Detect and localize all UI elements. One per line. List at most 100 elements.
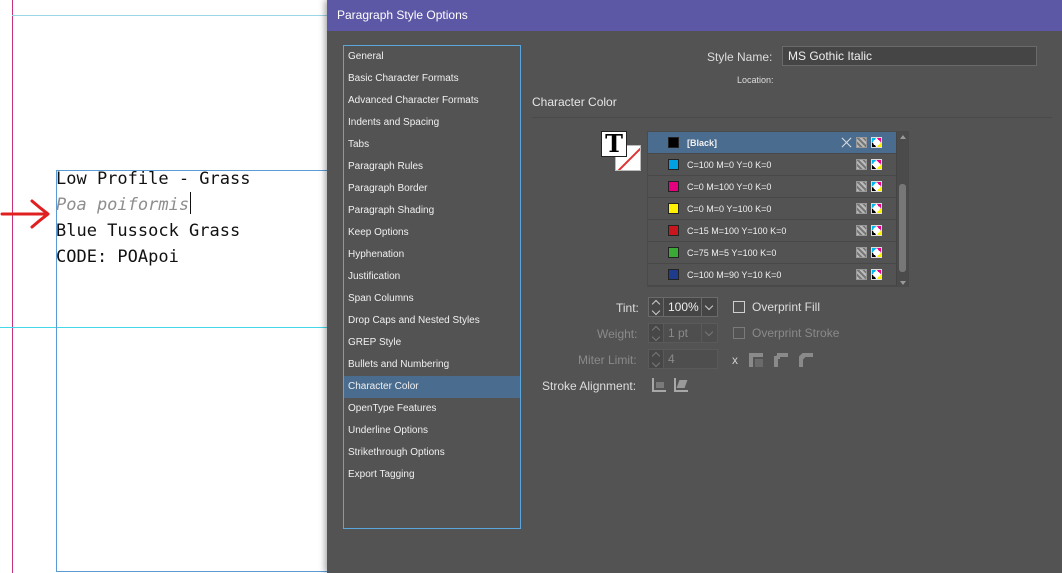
nav-item-basic-character-formats[interactable]: Basic Character Formats: [344, 68, 520, 90]
text-cursor: [190, 192, 192, 214]
bevel-join-icon[interactable]: [798, 352, 813, 367]
cmyk-mode-icon: [871, 137, 882, 148]
cmyk-mode-icon: [871, 159, 882, 170]
nav-item-general[interactable]: General: [344, 46, 520, 68]
process-color-icon: [856, 269, 867, 280]
miter-limit-stepper[interactable]: 4: [648, 349, 718, 369]
swatch-name: C=0 M=100 Y=0 K=0: [687, 181, 772, 192]
cmyk-mode-icon: [871, 269, 882, 280]
overprint-fill-checkbox[interactable]: [733, 301, 745, 313]
swatch-color-chip: [668, 247, 679, 258]
nav-item-tabs[interactable]: Tabs: [344, 134, 520, 156]
text-frame-content[interactable]: Low Profile - Grass Poa poiformis Blue T…: [56, 166, 250, 270]
swatch-row[interactable]: C=0 M=0 Y=100 K=0: [648, 198, 908, 220]
fill-stroke-proxy[interactable]: T: [601, 131, 643, 173]
swatch-row[interactable]: C=100 M=90 Y=10 K=0: [648, 264, 908, 286]
nav-item-keep-options[interactable]: Keep Options: [344, 222, 520, 244]
nav-item-hyphenation[interactable]: Hyphenation: [344, 244, 520, 266]
swatch-type-icons: [856, 203, 882, 214]
nav-item-grep-style[interactable]: GREP Style: [344, 332, 520, 354]
nav-item-character-color[interactable]: Character Color: [344, 376, 520, 398]
overprint-stroke-label: Overprint Stroke: [752, 326, 840, 340]
section-divider: [532, 117, 1052, 118]
swatch-row[interactable]: C=15 M=100 Y=100 K=0: [648, 220, 908, 242]
swatch-name: C=100 M=0 Y=0 K=0: [687, 159, 772, 170]
nav-item-justification[interactable]: Justification: [344, 266, 520, 288]
nav-item-indents-and-spacing[interactable]: Indents and Spacing: [344, 112, 520, 134]
weight-field[interactable]: 1 pt: [664, 323, 702, 343]
miter-limit-field[interactable]: 4: [664, 349, 718, 369]
document-canvas[interactable]: Low Profile - Grass Poa poiformis Blue T…: [0, 0, 330, 573]
cmyk-mode-icon: [871, 247, 882, 258]
swatch-scrollbar[interactable]: [896, 132, 908, 286]
doc-line-code: CODE: POApoi: [56, 247, 179, 267]
doc-line-botanical: Poa poiformis: [56, 192, 250, 218]
miter-limit-label: Miter Limit:: [578, 353, 637, 367]
non-editable-icon: [841, 137, 852, 148]
nav-item-advanced-character-formats[interactable]: Advanced Character Formats: [344, 90, 520, 112]
align-stroke-center-icon[interactable]: [652, 378, 666, 392]
weight-label: Weight:: [597, 327, 638, 341]
miter-x-label: x: [732, 353, 738, 367]
nav-item-paragraph-shading[interactable]: Paragraph Shading: [344, 200, 520, 222]
swatch-color-chip: [668, 181, 679, 192]
weight-stepper[interactable]: 1 pt: [648, 323, 718, 343]
swatch-row[interactable]: C=75 M=5 Y=100 K=0: [648, 242, 908, 264]
swatch-row[interactable]: [Black]: [648, 132, 908, 154]
fill-text-icon[interactable]: T: [601, 131, 627, 157]
cmyk-mode-icon: [871, 225, 882, 236]
cmyk-mode-icon: [871, 181, 882, 192]
swatch-color-chip: [668, 159, 679, 170]
nav-item-bullets-and-numbering[interactable]: Bullets and Numbering: [344, 354, 520, 376]
overprint-fill-label: Overprint Fill: [752, 300, 821, 314]
paragraph-style-options-dialog: Paragraph Style Options General Basic Cha…: [327, 0, 1062, 573]
process-color-icon: [856, 181, 867, 192]
scroll-down-icon[interactable]: [900, 281, 906, 285]
swatch-color-chip: [668, 269, 679, 280]
category-list[interactable]: General Basic Character Formats Advanced C…: [343, 45, 521, 529]
tint-field[interactable]: 100%: [664, 297, 702, 317]
scroll-up-icon[interactable]: [900, 135, 906, 139]
nav-item-paragraph-border[interactable]: Paragraph Border: [344, 178, 520, 200]
doc-line-title: Low Profile - Grass: [56, 169, 251, 189]
style-name-input[interactable]: MS Gothic Italic: [782, 46, 1037, 66]
stroke-alignment-label: Stroke Alignment:: [542, 379, 637, 393]
nav-item-underline-options[interactable]: Underline Options: [344, 420, 520, 442]
swatch-type-icons: [856, 159, 882, 170]
round-join-icon[interactable]: [774, 353, 788, 367]
cmyk-mode-icon: [871, 203, 882, 214]
tint-stepper-arrows[interactable]: [648, 297, 664, 317]
nav-item-drop-caps-and-nested-styles[interactable]: Drop Caps and Nested Styles: [344, 310, 520, 332]
dialog-title[interactable]: Paragraph Style Options: [327, 0, 1062, 31]
miter-join-icon[interactable]: [749, 353, 763, 367]
swatch-row[interactable]: C=0 M=100 Y=0 K=0: [648, 176, 908, 198]
weight-dropdown[interactable]: [702, 323, 718, 343]
swatch-type-icons: [856, 225, 882, 236]
align-stroke-outside-icon[interactable]: [674, 378, 688, 392]
swatch-row[interactable]: C=100 M=0 Y=0 K=0: [648, 154, 908, 176]
process-color-icon: [856, 247, 867, 258]
swatch-name: [Black]: [687, 137, 718, 148]
miter-stepper-arrows[interactable]: [648, 349, 664, 369]
swatch-name: C=75 M=5 Y=100 K=0: [687, 247, 777, 258]
doc-line-botanical-text: Poa poiformis: [56, 195, 190, 215]
swatch-list[interactable]: [Black] C=100 M=0 Y=0 K=0 C=0 M=100 Y=0 K=…: [647, 131, 909, 287]
nav-item-strikethrough-options[interactable]: Strikethrough Options: [344, 442, 520, 464]
style-name-label: Style Name:: [707, 50, 773, 64]
process-color-icon: [856, 203, 867, 214]
swatch-type-icons: [856, 269, 882, 280]
location-label: Location:: [737, 75, 774, 85]
nav-item-span-columns[interactable]: Span Columns: [344, 288, 520, 310]
overprint-stroke-checkbox[interactable]: [733, 327, 745, 339]
process-color-icon: [856, 137, 867, 148]
tint-dropdown[interactable]: [702, 297, 718, 317]
section-title: Character Color: [532, 95, 617, 109]
weight-stepper-arrows[interactable]: [648, 323, 664, 343]
red-arrow-annotation: [0, 199, 50, 229]
nav-item-paragraph-rules[interactable]: Paragraph Rules: [344, 156, 520, 178]
swatch-name: C=0 M=0 Y=100 K=0: [687, 203, 772, 214]
nav-item-export-tagging[interactable]: Export Tagging: [344, 464, 520, 486]
scroll-thumb[interactable]: [899, 184, 906, 272]
nav-item-opentype-features[interactable]: OpenType Features: [344, 398, 520, 420]
tint-stepper[interactable]: 100%: [648, 297, 718, 317]
